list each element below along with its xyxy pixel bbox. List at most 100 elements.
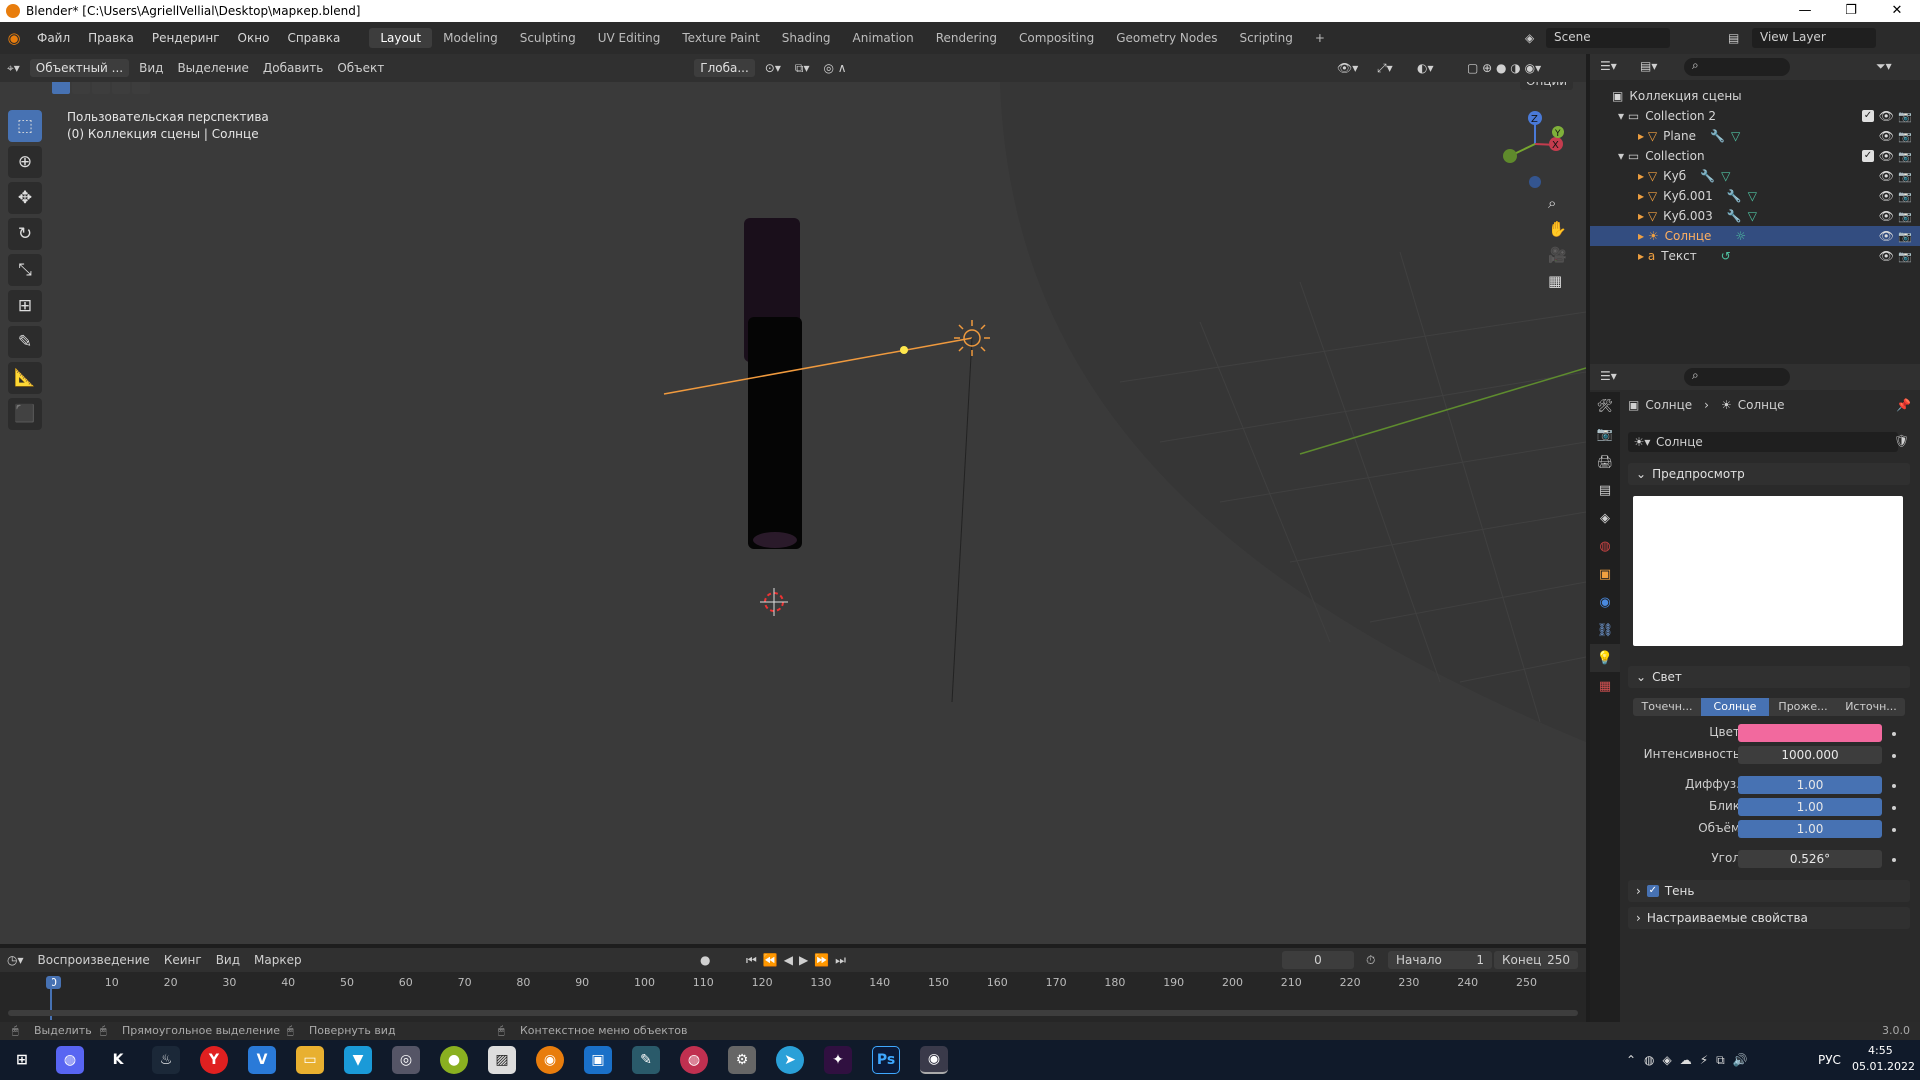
outliner-row[interactable]: ▾ ▭ Collection ✓ 👁 📷: [1590, 146, 1920, 166]
blender-taskbar-icon[interactable]: ◉: [536, 1046, 564, 1074]
k-app-icon[interactable]: K: [104, 1046, 132, 1074]
transform-tool-icon[interactable]: ⊞: [8, 290, 42, 322]
photo-app-icon[interactable]: ▣: [584, 1046, 612, 1074]
curve-data-icon[interactable]: ↺: [1721, 249, 1731, 263]
zoom-icon[interactable]: ⌕: [1548, 194, 1567, 212]
outliner-row[interactable]: ▸ ▽ Plane 🔧 ▽ 👁 📷: [1590, 126, 1920, 146]
shadow-checkbox[interactable]: ✓: [1646, 885, 1659, 897]
exclude-checkbox[interactable]: ✓: [1862, 110, 1874, 122]
preview-panel-header[interactable]: ⌄ Предпросмотр: [1628, 463, 1910, 485]
eye-icon[interactable]: 👁: [1879, 109, 1894, 123]
select-invert-icon[interactable]: [112, 82, 130, 94]
texture-tab-icon[interactable]: ▦: [1590, 672, 1620, 700]
eye-icon[interactable]: 👁: [1879, 129, 1894, 143]
globe-app-icon[interactable]: ◎: [392, 1046, 420, 1074]
tab-sculpting[interactable]: Sculpting: [509, 28, 587, 48]
exclude-checkbox[interactable]: ✓: [1862, 150, 1874, 162]
outliner-row[interactable]: ▸ ▽ Куб.001 🔧 ▽ 👁 📷: [1590, 186, 1920, 206]
chart-app-icon[interactable]: ▨: [488, 1046, 516, 1074]
tab-uv-editing[interactable]: UV Editing: [587, 28, 672, 48]
light-panel-header[interactable]: ⌄ Свет: [1628, 666, 1910, 688]
outliner-item-label[interactable]: Collection: [1645, 149, 1704, 163]
outliner-row[interactable]: ▸ ▽ Куб.003 🔧 ▽ 👁 📷: [1590, 206, 1920, 226]
end-frame-field[interactable]: Конец 250: [1494, 951, 1578, 969]
timeline-editor-icon[interactable]: ◷▾: [0, 951, 31, 969]
marker-body[interactable]: [748, 317, 802, 549]
shading-modes-icon[interactable]: ▢ ⊕ ● ◑ ◉▾: [1460, 59, 1548, 77]
scene-tab-icon[interactable]: ◈: [1590, 504, 1620, 532]
scene-icon[interactable]: ◈: [1525, 31, 1534, 45]
tab-texture-paint[interactable]: Texture Paint: [671, 28, 770, 48]
tab-layout[interactable]: Layout: [369, 28, 433, 48]
eye-icon[interactable]: 👁: [1879, 189, 1894, 203]
timeline-scrollbar[interactable]: [8, 1010, 1578, 1016]
angle-field[interactable]: 0.526°: [1738, 850, 1882, 868]
scene-selector[interactable]: Scene: [1546, 28, 1670, 48]
outliner-root-label[interactable]: Коллекция сцены: [1629, 89, 1741, 103]
keyframe-dot[interactable]: [1892, 806, 1896, 810]
keying-menu[interactable]: Кеинг: [157, 951, 209, 969]
light-data-tab-icon[interactable]: 💡: [1590, 644, 1620, 672]
menu-file[interactable]: Файл: [28, 31, 79, 45]
render-camera-icon[interactable]: 📷: [1898, 230, 1912, 243]
render-camera-icon[interactable]: 📷: [1898, 150, 1912, 163]
tab-scripting[interactable]: Scripting: [1228, 28, 1303, 48]
timeline-view-menu[interactable]: Вид: [209, 951, 247, 969]
outliner-item-label[interactable]: Куб.001: [1663, 189, 1713, 203]
outliner-row[interactable]: ▾ ▭ Collection 2 ✓ 👁 📷: [1590, 106, 1920, 126]
render-tab-icon[interactable]: 📷: [1590, 420, 1620, 448]
close-window-button[interactable]: ✕: [1874, 0, 1920, 22]
red-app-icon[interactable]: ◍: [680, 1046, 708, 1074]
outliner-row[interactable]: ▸ a Текст ↺ 👁 📷: [1590, 246, 1920, 266]
datablock-name[interactable]: Солнце: [1656, 435, 1703, 449]
start-frame-field[interactable]: Начало 1: [1388, 951, 1492, 969]
keyframe-dot[interactable]: [1892, 858, 1896, 862]
properties-editor-icon[interactable]: ☰▾: [1600, 369, 1617, 383]
tab-rendering[interactable]: Rendering: [925, 28, 1008, 48]
eye-icon[interactable]: 👁: [1879, 149, 1894, 163]
properties-search-icon[interactable]: ⌕: [1684, 368, 1790, 386]
menu-view[interactable]: Вид: [132, 59, 170, 77]
outliner-item-label[interactable]: Солнце: [1665, 229, 1712, 243]
v-app-icon[interactable]: ▼: [344, 1046, 372, 1074]
light-type-spot[interactable]: Проже...: [1769, 698, 1837, 716]
outliner-row-selected[interactable]: ▸ ☀ Солнце ☼ 👁 📷: [1590, 226, 1920, 246]
book-app-icon[interactable]: ✎: [632, 1046, 660, 1074]
render-camera-icon[interactable]: 📷: [1898, 250, 1912, 263]
keyframe-dot[interactable]: [1892, 732, 1896, 736]
pin-icon[interactable]: 📌: [1896, 398, 1911, 412]
output-tab-icon[interactable]: 🖨: [1590, 448, 1620, 476]
camera-view-icon[interactable]: 🎥: [1548, 246, 1567, 264]
annotate-tool-icon[interactable]: ✎: [8, 326, 42, 358]
marker-menu[interactable]: Маркер: [247, 951, 309, 969]
light-data-icon[interactable]: ☼: [1735, 229, 1746, 243]
clock-date[interactable]: 05.01.2022: [1852, 1060, 1915, 1073]
ortho-toggle-icon[interactable]: ▦: [1548, 272, 1567, 290]
blender-active-taskbar-icon[interactable]: ◉: [920, 1046, 948, 1074]
menu-edit[interactable]: Правка: [79, 31, 143, 45]
fake-user-shield-icon[interactable]: 🛡: [1894, 434, 1909, 448]
select-intersect-icon[interactable]: [132, 82, 150, 94]
outliner-item-label[interactable]: Куб: [1663, 169, 1686, 183]
eye-icon[interactable]: 👁: [1879, 249, 1894, 263]
light-type-area[interactable]: Источн...: [1837, 698, 1905, 716]
playback-menu[interactable]: Воспроизведение: [31, 951, 157, 969]
menu-select[interactable]: Выделение: [170, 59, 255, 77]
render-camera-icon[interactable]: 📷: [1898, 190, 1912, 203]
select-new-icon[interactable]: [52, 82, 70, 94]
eye-icon[interactable]: 👁: [1879, 209, 1894, 223]
blender-menu-icon[interactable]: ◉: [0, 29, 28, 47]
display-mode-icon[interactable]: ▤▾: [1640, 59, 1657, 73]
select-extend-icon[interactable]: [72, 82, 90, 94]
render-camera-icon[interactable]: 📷: [1898, 170, 1912, 183]
modifier-icon[interactable]: 🔧: [1710, 129, 1725, 143]
modifier-icon[interactable]: 🔧: [1727, 189, 1742, 203]
object-tab-icon[interactable]: ▣: [1590, 560, 1620, 588]
3d-viewport[interactable]: Z X Y Пользовательская перспектива (0) К…: [0, 82, 1586, 944]
modifier-icon[interactable]: 🔧: [1700, 169, 1715, 183]
minimize-button[interactable]: —: [1782, 0, 1828, 22]
editor-type-icon[interactable]: ⌖▾: [0, 59, 27, 78]
light-type-point[interactable]: Точечн...: [1633, 698, 1701, 716]
options-dropdown[interactable]: Опции: [1520, 82, 1574, 90]
tab-geometry-nodes[interactable]: Geometry Nodes: [1105, 28, 1228, 48]
